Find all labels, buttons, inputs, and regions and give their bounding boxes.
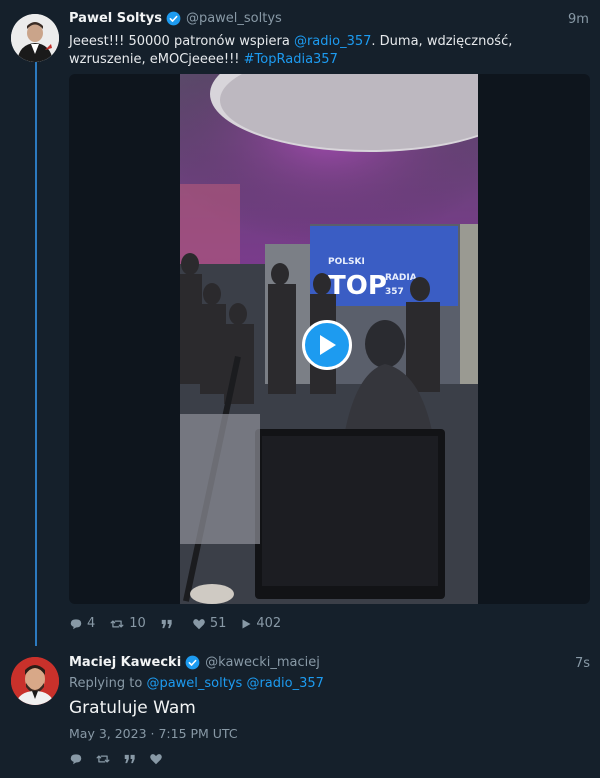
reply-quote-button[interactable] <box>123 752 137 766</box>
retweet-icon <box>110 619 124 628</box>
like-count-value: 51 <box>209 616 227 631</box>
reply-count-value: 4 <box>87 616 96 631</box>
reply-date[interactable]: May 3, 2023 · 7:15 PM UTC <box>69 726 238 741</box>
tweet-time[interactable]: 9m <box>568 12 589 27</box>
avatar-pawel-soltys[interactable] <box>11 14 59 62</box>
quote-icon <box>161 619 172 628</box>
tweet-stats: 4 10 51 402 <box>69 616 295 631</box>
heart-icon <box>192 618 205 629</box>
reply-count[interactable]: 4 <box>69 616 95 631</box>
like-count[interactable]: 51 <box>192 616 227 631</box>
mention-link[interactable]: @radio_357 <box>294 34 371 49</box>
replying-to-label: Replying to <box>69 676 147 691</box>
author-name[interactable]: Pawel Soltys <box>69 11 162 26</box>
tweet-header: Pawel Soltys @pawel_soltys <box>69 11 282 26</box>
thread-line <box>35 62 37 646</box>
reply-actions <box>69 752 175 766</box>
video-media[interactable]: POLSKI TOP RADIA 357 <box>69 74 590 604</box>
view-count[interactable]: 402 <box>240 616 281 631</box>
reply-text: Gratuluje Wam <box>69 698 196 718</box>
author-handle[interactable]: @pawel_soltys <box>186 11 282 26</box>
comment-icon <box>70 754 82 765</box>
replying-to-handle2[interactable]: @radio_357 <box>246 676 323 691</box>
comment-icon <box>70 618 82 629</box>
play-icon <box>320 335 336 355</box>
reply-header: Maciej Kawecki @kawecki_maciej <box>69 655 320 670</box>
reply-author-handle[interactable]: @kawecki_maciej <box>205 655 320 670</box>
video-sign-line3: RADIA <box>385 273 417 283</box>
avatar-maciej-kawecki[interactable] <box>11 657 59 705</box>
reply-author-name[interactable]: Maciej Kawecki <box>69 655 181 670</box>
view-count-value: 402 <box>256 616 282 631</box>
verified-badge-icon <box>185 655 200 670</box>
play-count-icon <box>242 619 251 628</box>
verified-badge-icon <box>166 11 181 26</box>
reply-comment-button[interactable] <box>69 752 83 766</box>
video-sign-line4: 357 <box>385 287 404 297</box>
video-sign-line1: POLSKI <box>328 257 365 267</box>
quote-icon <box>124 754 135 764</box>
heart-icon <box>150 754 162 765</box>
retweet-count[interactable]: 10 <box>109 616 146 631</box>
reply-retweet-button[interactable] <box>95 752 111 766</box>
replying-to: Replying to @pawel_soltys @radio_357 <box>69 676 324 691</box>
hashtag-link[interactable]: #TopRadia357 <box>244 52 338 67</box>
reply-like-button[interactable] <box>149 752 163 766</box>
play-button[interactable] <box>302 320 352 370</box>
video-sign-line2: TOP <box>328 271 387 301</box>
retweet-icon <box>96 755 110 763</box>
reply-time[interactable]: 7s <box>575 656 590 671</box>
quote-button[interactable] <box>160 617 178 631</box>
tweet-text: Jeeest!!! 50000 patronów wspiera @radio_… <box>69 33 589 69</box>
replying-to-handle1[interactable]: @pawel_soltys <box>146 676 242 691</box>
retweet-count-value: 10 <box>129 616 146 631</box>
tweet-text-part1: Jeeest!!! 50000 patronów wspiera <box>69 34 294 49</box>
